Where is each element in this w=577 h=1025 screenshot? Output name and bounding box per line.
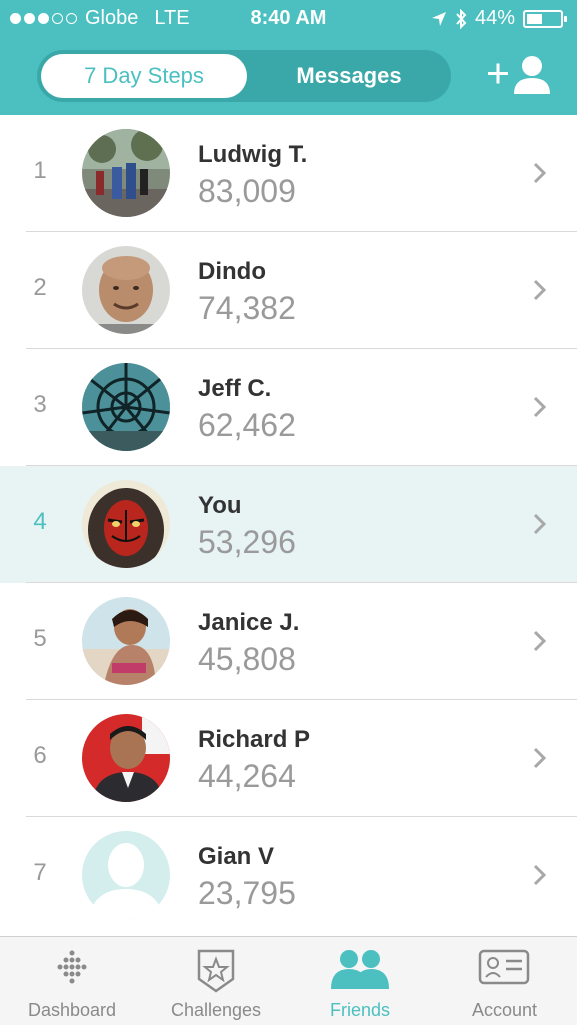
friend-name: Ludwig T.: [198, 141, 308, 168]
top-bar: Globe LTE 8:40 AM 44% 7 Day Steps Messag…: [0, 0, 577, 115]
step-count: 62,462: [198, 407, 296, 443]
avatar: [82, 597, 170, 685]
chevron-right-icon: [533, 864, 547, 886]
step-count: 53,296: [198, 524, 296, 560]
tab-label: Dashboard: [27, 1000, 117, 1020]
avatar: [82, 831, 170, 919]
friends-icon: [331, 950, 389, 989]
avatar: [82, 480, 170, 568]
leaderboard-row[interactable]: 3 Jeff C. 62,462: [0, 349, 577, 466]
friend-name: You: [198, 492, 242, 519]
leaderboard-row[interactable]: 6 Richard P 44,264: [0, 700, 577, 817]
step-count: 44,264: [198, 758, 296, 794]
rank-number: 3: [33, 391, 47, 418]
friend-name: Dindo: [198, 258, 266, 285]
friend-name: Janice J.: [198, 609, 300, 636]
bottom-tab-bar: Dashboard Challenges Friends Account: [0, 936, 577, 1025]
leaderboard-row-you[interactable]: 4 You 53,296: [0, 466, 577, 583]
step-count: 74,382: [198, 290, 296, 326]
chevron-right-icon: [533, 747, 547, 769]
leaderboard-list: 1 Ludwig T. 83,009 2 Dindo 74,382 3 Jeff…: [0, 115, 577, 934]
segmented-control: 7 Day Steps Messages: [37, 50, 451, 102]
leaderboard-row[interactable]: 7 Gian V 23,795: [0, 817, 577, 934]
rank-number: 6: [33, 742, 47, 769]
avatar: [82, 714, 170, 802]
tab-messages[interactable]: Messages: [251, 54, 447, 98]
friend-name: Richard P: [198, 726, 311, 753]
friend-name: Jeff C.: [198, 375, 272, 402]
location-arrow-icon: [431, 11, 446, 26]
step-count: 83,009: [198, 173, 296, 209]
leaderboard-row[interactable]: 2 Dindo 74,382: [0, 232, 577, 349]
status-bar: Globe LTE 8:40 AM 44%: [0, 0, 577, 38]
avatar: [82, 363, 170, 451]
step-count: 23,795: [198, 875, 296, 911]
chevron-right-icon: [533, 162, 547, 184]
rank-number: 1: [33, 157, 47, 184]
friend-name: Gian V: [198, 843, 275, 870]
avatar: [82, 129, 170, 217]
tab-account[interactable]: Account: [432, 937, 577, 1025]
chevron-right-icon: [533, 396, 547, 418]
rank-number: 2: [33, 274, 47, 301]
leaderboard-row[interactable]: 5 Janice J. 45,808: [0, 583, 577, 700]
tab-challenges[interactable]: Challenges: [144, 937, 288, 1025]
leaderboard-row[interactable]: 1 Ludwig T. 83,009: [0, 115, 577, 232]
rank-number: 4: [33, 508, 47, 535]
chevron-right-icon: [533, 513, 547, 535]
battery-icon: [523, 9, 567, 28]
add-person-icon[interactable]: [486, 52, 552, 98]
tab-friends[interactable]: Friends: [288, 937, 432, 1025]
rank-number: 7: [33, 859, 47, 886]
fitbit-dots-icon: [57, 950, 87, 984]
tab-label: Challenges: [170, 1000, 262, 1020]
tab-label: Friends: [329, 1000, 391, 1020]
tab-7-day-steps[interactable]: 7 Day Steps: [41, 54, 247, 98]
star-badge-icon: [197, 949, 235, 993]
battery-percent: 44%: [474, 7, 515, 29]
tab-dashboard[interactable]: Dashboard: [0, 937, 144, 1025]
avatar: [82, 246, 170, 334]
step-count: 45,808: [198, 641, 296, 677]
id-card-icon: [478, 949, 530, 985]
bluetooth-icon: [456, 8, 467, 29]
rank-number: 5: [33, 625, 47, 652]
chevron-right-icon: [533, 279, 547, 301]
tab-label: Account: [471, 1000, 538, 1020]
chevron-right-icon: [533, 630, 547, 652]
